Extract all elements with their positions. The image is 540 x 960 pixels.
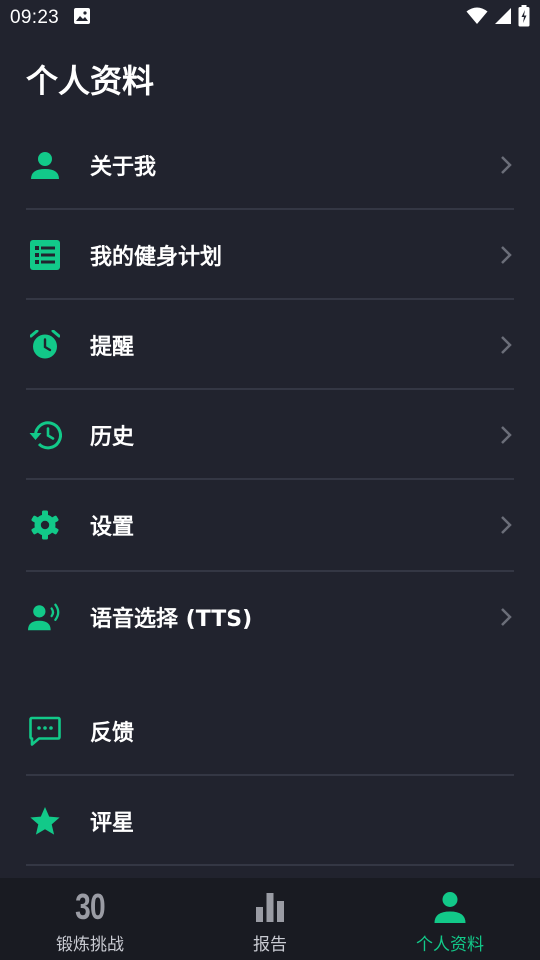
nav-label: 个人资料 xyxy=(416,935,484,955)
nav-label: 报告 xyxy=(253,935,287,955)
alarm-icon xyxy=(28,328,62,362)
menu-item-settings[interactable]: 设置 xyxy=(0,480,540,570)
status-right xyxy=(466,5,530,31)
nav-item-workout-challenge[interactable]: 30 锻炼挑战 xyxy=(0,878,180,960)
chevron-right-icon xyxy=(498,606,514,628)
voice-icon xyxy=(28,600,62,634)
menu-item-rate[interactable]: 评星 xyxy=(0,776,540,866)
bottom-nav: 30 锻炼挑战 报告 个人资料 xyxy=(0,878,540,960)
menu-item-fitness-plan[interactable]: 我的健身计划 xyxy=(0,210,540,300)
challenge-30-icon: 30 xyxy=(71,888,109,926)
star-icon xyxy=(28,804,62,838)
page-title: 个人资料 xyxy=(26,62,155,100)
feedback-icon xyxy=(28,714,62,748)
nav-item-profile[interactable]: 个人资料 xyxy=(360,878,540,960)
menu-item-label: 历史 xyxy=(90,425,135,450)
chevron-right-icon xyxy=(498,334,514,356)
status-left: 09:23 xyxy=(10,7,91,29)
chevron-right-icon xyxy=(498,514,514,536)
menu-item-history[interactable]: 历史 xyxy=(0,390,540,480)
wifi-icon xyxy=(466,7,488,29)
person-icon xyxy=(433,888,467,926)
image-notification-icon xyxy=(73,7,91,29)
menu-item-label: 提醒 xyxy=(90,335,135,360)
nav-item-report[interactable]: 报告 xyxy=(180,878,360,960)
menu-item-label: 评星 xyxy=(90,811,135,836)
nav-label: 锻炼挑战 xyxy=(56,935,124,955)
menu-item-label: 语音选择 (TTS) xyxy=(90,607,253,632)
divider xyxy=(26,864,514,866)
history-icon xyxy=(28,418,62,452)
status-time: 09:23 xyxy=(10,7,60,28)
menu-item-voice-selection[interactable]: 语音选择 (TTS) xyxy=(0,572,540,662)
menu-item-label: 关于我 xyxy=(90,155,157,180)
list-icon xyxy=(28,238,62,272)
menu-item-reminders[interactable]: 提醒 xyxy=(0,300,540,390)
signal-icon xyxy=(494,7,512,29)
menu-item-label: 设置 xyxy=(90,515,135,540)
menu-item-about-me[interactable]: 关于我 xyxy=(0,120,540,210)
menu-item-feedback[interactable]: 反馈 xyxy=(0,686,540,776)
chevron-right-icon xyxy=(498,424,514,446)
gear-icon xyxy=(28,508,62,542)
chevron-right-icon xyxy=(498,244,514,266)
chevron-right-icon xyxy=(498,154,514,176)
bar-chart-icon xyxy=(255,888,285,926)
menu-item-label: 我的健身计划 xyxy=(90,245,223,270)
battery-icon xyxy=(518,5,530,31)
person-icon xyxy=(28,148,62,182)
menu-item-label: 反馈 xyxy=(90,721,135,746)
status-bar: 09:23 xyxy=(0,0,540,36)
challenge-number: 30 xyxy=(75,886,105,927)
